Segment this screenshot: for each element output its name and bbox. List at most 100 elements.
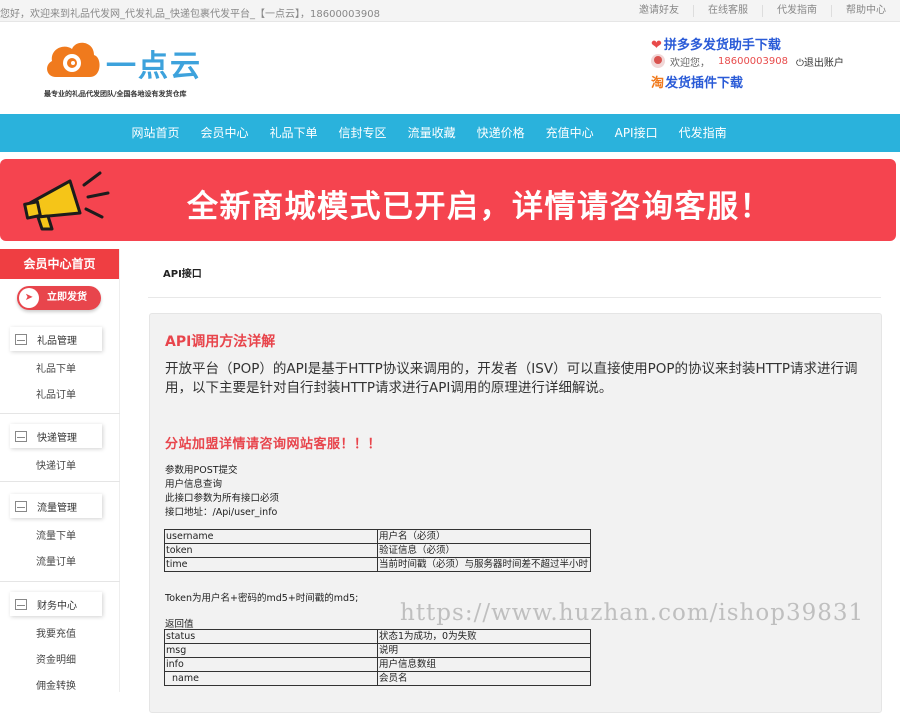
divider	[0, 413, 120, 414]
welcome-label: 欢迎您，	[670, 57, 710, 69]
invite-friends-link[interactable]: 邀请好友	[625, 5, 693, 17]
pdd-download-label: 拼多多发货助手下载	[663, 38, 781, 53]
user-phone[interactable]: 18600003908	[718, 56, 788, 67]
sidebar-item-express-orders[interactable]: 快递订单	[36, 457, 76, 472]
returns-table: status 状态1为成功，0为失败 msg 说明 info 用户信息数组 name 会…	[164, 629, 591, 686]
token-note: Token为用户名+密码的md5+时间戳的md5;	[165, 593, 359, 604]
folder-icon	[15, 500, 27, 512]
table-row: msg 说明	[164, 643, 591, 658]
megaphone-icon	[23, 171, 110, 231]
folder-icon	[15, 333, 27, 345]
logout-button[interactable]: ⏻退出账户	[796, 54, 844, 69]
sidebar-item-traffic-order[interactable]: 流量下单	[36, 527, 76, 542]
top-bar: 您好，欢迎来到礼品代发网_代发礼品_快递包裹代发平台_【一点云】，1860000…	[0, 0, 900, 22]
divider	[0, 481, 120, 482]
member-sidebar: 会员中心首页 ➤ 立即发货 礼品管理 礼品下单 礼品订单 快递管理 快递订单 流…	[0, 249, 120, 692]
divider	[148, 297, 881, 298]
table-row: status 状态1为成功，0为失败	[164, 629, 591, 644]
logo-name: 一点云	[106, 49, 202, 84]
guide-link[interactable]: 代发指南	[762, 5, 831, 17]
return-key: info	[164, 657, 378, 672]
param-desc: 当前时间戳（必须）与服务器时间差不超过半小时	[377, 557, 591, 572]
site-logo[interactable]: 一点云 最专业的礼品代发团队/全国各地设有发货仓库	[42, 37, 202, 107]
sidebar-item-fund-details[interactable]: 资金明细	[36, 651, 76, 666]
banner-text: 全新商城模式已开启，详情请咨询客服！	[187, 189, 772, 225]
help-center-link[interactable]: 帮助中心	[831, 5, 900, 17]
nav-guide[interactable]: 代发指南	[668, 114, 737, 152]
return-desc: 用户信息数组	[377, 657, 591, 672]
param-key: time	[164, 557, 378, 572]
return-key: status	[164, 629, 378, 644]
group-traffic-label: 流量管理	[37, 502, 77, 514]
welcome-text: 您好，欢迎来到礼品代发网_代发礼品_快递包裹代发平台_【一点云】，1860000…	[0, 9, 380, 20]
nav-traffic[interactable]: 流量收藏	[397, 114, 466, 152]
table-row: username 用户名（必须）	[164, 529, 591, 544]
divider	[0, 581, 120, 582]
meta-endpoint: 接口地址：/Api/user_info	[165, 507, 278, 518]
return-key: name	[164, 671, 378, 686]
nav-recharge[interactable]: 充值中心	[535, 114, 604, 152]
meta-required: 此接口参数为所有接口必须	[165, 493, 280, 504]
group-finance-label: 财务中心	[37, 600, 77, 612]
group-gift-title[interactable]: 礼品管理	[10, 327, 102, 351]
taobao-icon: 淘	[651, 76, 665, 91]
nav-gift-order[interactable]: 礼品下单	[259, 114, 328, 152]
nav-member-center[interactable]: 会员中心	[190, 114, 259, 152]
main-nav: 网站首页 会员中心 礼品下单 信封专区 流量收藏 快递价格 充值中心 API接口…	[0, 114, 900, 152]
avatar	[651, 54, 665, 68]
return-desc: 会员名	[377, 671, 591, 686]
sidebar-title[interactable]: 会员中心首页	[0, 249, 119, 279]
ledger-icon	[15, 598, 27, 610]
taobao-plugin-label: 发货插件下载	[665, 76, 744, 91]
return-desc: 说明	[377, 643, 591, 658]
group-gift-label: 礼品管理	[37, 335, 77, 347]
franchise-notice: 分站加盟详情请咨询网站客服！！！	[165, 437, 382, 452]
site-header: 一点云 最专业的礼品代发团队/全国各地设有发货仓库 ❤ 拼多多发货助手下载 欢迎您…	[0, 22, 900, 114]
table-row: token 验证信息（必须）	[164, 543, 591, 558]
logo-slogan: 最专业的礼品代发团队/全国各地设有发货仓库	[44, 90, 187, 98]
nav-api[interactable]: API接口	[604, 114, 668, 152]
watermark: https://www.huzhan.com/ishop39831	[400, 600, 865, 626]
table-row: info 用户信息数组	[164, 657, 591, 672]
breadcrumb: API接口	[163, 269, 202, 280]
param-key: token	[164, 543, 378, 558]
param-desc: 用户名（必须）	[377, 529, 591, 544]
send-icon: ➤	[19, 288, 39, 308]
param-key: username	[164, 529, 378, 544]
sidebar-item-traffic-orders[interactable]: 流量订单	[36, 553, 76, 568]
param-desc: 验证信息（必须）	[377, 543, 591, 558]
power-icon: ⏻	[796, 57, 804, 69]
return-label: 返回值	[165, 619, 194, 630]
group-express-title[interactable]: 快递管理	[10, 424, 102, 448]
sidebar-item-gift-order[interactable]: 礼品下单	[36, 360, 76, 375]
sidebar-item-gift-orders[interactable]: 礼品订单	[36, 386, 76, 401]
group-express-label: 快递管理	[37, 432, 77, 444]
user-line: 欢迎您， 18600003908 ⏻退出账户	[651, 52, 844, 70]
sidebar-item-recharge[interactable]: 我要充值	[36, 625, 76, 640]
top-links: 邀请好友 在线客服 代发指南 帮助中心	[625, 0, 900, 22]
nav-express-price[interactable]: 快递价格	[466, 114, 535, 152]
heart-icon: ❤	[651, 38, 662, 53]
online-service-link[interactable]: 在线客服	[693, 5, 762, 17]
table-row: time 当前时间戳（必须）与服务器时间差不超过半小时	[164, 557, 591, 572]
nav-envelope[interactable]: 信封专区	[328, 114, 397, 152]
table-row: name 会员名	[164, 671, 591, 686]
api-heading: API调用方法详解	[165, 334, 276, 350]
quick-ship-button[interactable]: ➤ 立即发货	[17, 286, 101, 310]
params-table: username 用户名（必须） token 验证信息（必须） time 当前时间戳（…	[164, 529, 591, 572]
api-intro: 开放平台（POP）的API是基于HTTP协议来调用的，开发者（ISV）可以直接使…	[165, 361, 858, 396]
nav-home[interactable]: 网站首页	[121, 114, 190, 152]
taobao-plugin-link[interactable]: 淘发货插件下载	[651, 72, 743, 91]
cloud-logo-icon	[47, 42, 100, 77]
pdd-download-link[interactable]: ❤ 拼多多发货助手下载	[651, 34, 781, 53]
folder-icon	[15, 430, 27, 442]
sidebar-item-commission[interactable]: 佣金转换	[36, 677, 76, 692]
group-finance-title[interactable]: 财务中心	[10, 592, 102, 616]
meta-post: 参数用POST提交	[165, 465, 238, 476]
return-key: msg	[164, 643, 378, 658]
return-desc: 状态1为成功，0为失败	[377, 629, 591, 644]
group-traffic-title[interactable]: 流量管理	[10, 494, 102, 518]
meta-user-info: 用户信息查询	[165, 479, 223, 490]
promo-banner[interactable]: 全新商城模式已开启，详情请咨询客服！	[0, 159, 896, 241]
api-doc-panel: API调用方法详解 开放平台（POP）的API是基于HTTP协议来调用的，开发者…	[149, 313, 882, 713]
